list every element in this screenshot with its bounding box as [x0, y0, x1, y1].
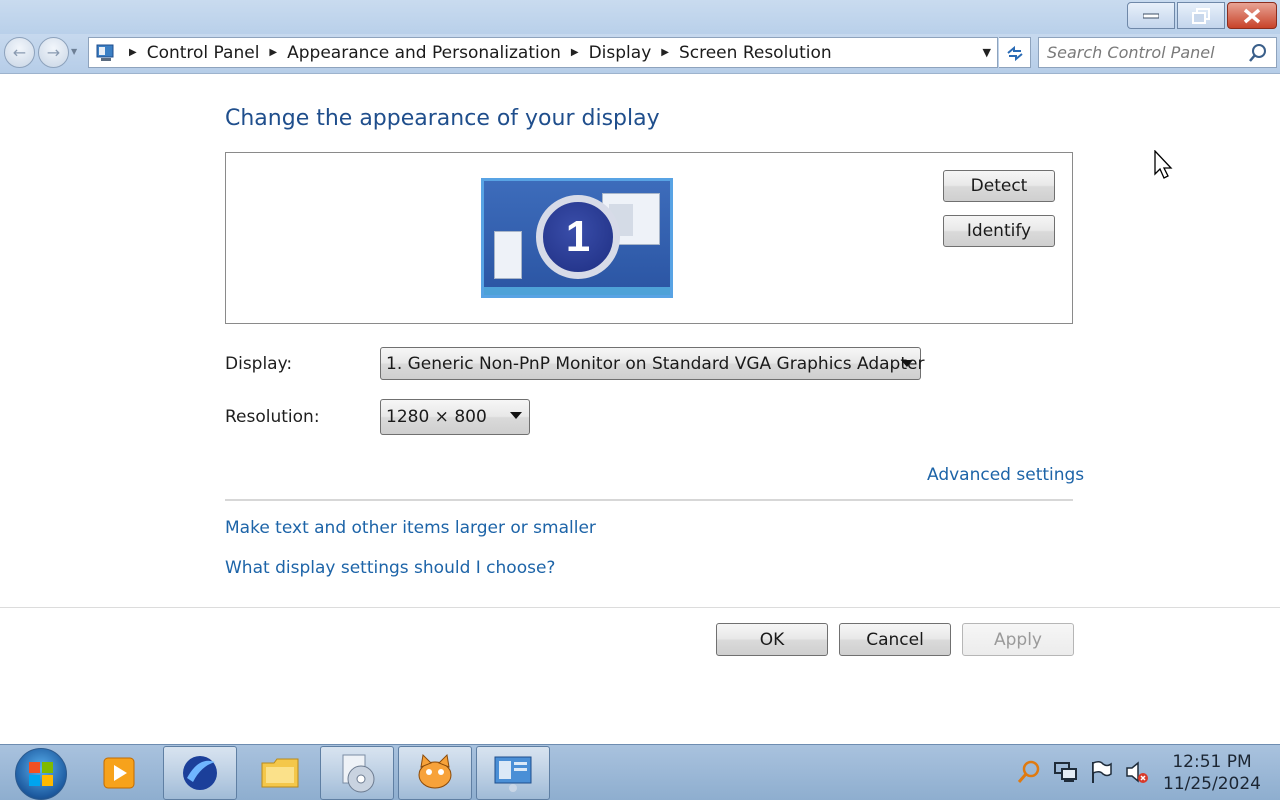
taskbar-scratch[interactable] — [398, 746, 472, 800]
monitor-arrangement-panel: 1 Detect Identify — [225, 152, 1073, 324]
taskbar: 12:51 PM 11/25/2024 — [0, 744, 1280, 800]
breadcrumb-screen-resolution[interactable]: Screen Resolution — [679, 43, 832, 63]
forward-button[interactable]: → — [38, 37, 69, 68]
search-icon[interactable] — [1248, 43, 1268, 63]
text-size-link[interactable]: Make text and other items larger or smal… — [225, 518, 596, 538]
chevron-down-icon — [901, 360, 913, 367]
page-title: Change the appearance of your display — [225, 106, 660, 131]
search-input[interactable] — [1047, 39, 1252, 66]
monitor-number-badge: 1 — [536, 195, 620, 279]
navigation-bar: ← → ▼ ▶ Control Panel ▶ Appearance and P… — [0, 34, 1280, 74]
breadcrumb-separator-icon[interactable]: ▶ — [269, 47, 277, 58]
media-player-icon — [103, 757, 135, 789]
breadcrumb-display[interactable]: Display — [589, 43, 652, 63]
forward-arrow-icon: → — [46, 43, 61, 62]
taskbar-control-panel[interactable] — [476, 746, 550, 800]
monitor-1[interactable]: 1 — [481, 178, 673, 298]
taskbar-file-explorer[interactable] — [243, 746, 317, 800]
breadcrumb-separator-icon[interactable]: ▶ — [129, 47, 137, 58]
monitor-preview-taskbar — [484, 287, 670, 295]
disc-burner-icon — [342, 754, 375, 793]
display-help-link[interactable]: What display settings should I choose? — [225, 558, 555, 578]
browser-icon — [183, 756, 217, 790]
file-explorer-icon — [261, 758, 299, 788]
address-dropdown-icon[interactable]: ▼ — [983, 46, 991, 59]
advanced-settings-link[interactable]: Advanced settings — [927, 465, 1084, 485]
identify-button[interactable]: Identify — [943, 215, 1055, 247]
resolution-label: Resolution: — [225, 407, 320, 427]
start-button[interactable] — [15, 748, 67, 800]
taskbar-disc-burner[interactable] — [320, 746, 394, 800]
breadcrumb-control-panel[interactable]: Control Panel — [147, 43, 260, 63]
breadcrumb-appearance[interactable]: Appearance and Personalization — [287, 43, 561, 63]
display-select-value: 1. Generic Non-PnP Monitor on Standard V… — [386, 353, 925, 374]
resolution-select[interactable]: 1280 × 800 — [380, 399, 530, 435]
control-panel-icon — [494, 756, 532, 792]
divider — [0, 607, 1280, 608]
cancel-button[interactable]: Cancel — [839, 623, 951, 656]
restore-icon — [1192, 7, 1210, 24]
close-icon — [1243, 8, 1261, 23]
close-button[interactable] — [1227, 2, 1277, 29]
clock[interactable]: 12:51 PM 11/25/2024 — [1150, 751, 1274, 795]
address-bar[interactable]: ▶ Control Panel ▶ Appearance and Persona… — [88, 37, 998, 68]
minimize-button[interactable] — [1127, 2, 1175, 29]
scratch-cat-icon — [418, 753, 452, 789]
ok-button[interactable]: OK — [716, 623, 828, 656]
breadcrumb-separator-icon[interactable]: ▶ — [661, 47, 669, 58]
detect-button[interactable]: Detect — [943, 170, 1055, 202]
recent-pages-dropdown-icon[interactable]: ▼ — [71, 47, 77, 56]
clock-time: 12:51 PM — [1172, 752, 1252, 772]
refresh-icon — [1006, 45, 1023, 61]
volume-muted-icon[interactable] — [1124, 759, 1150, 785]
clock-date: 11/25/2024 — [1163, 774, 1261, 794]
network-icon[interactable] — [1052, 759, 1078, 785]
mouse-cursor-icon — [1154, 150, 1173, 179]
search-box[interactable] — [1038, 37, 1277, 68]
back-arrow-icon: ← — [12, 43, 27, 62]
action-center-flag-icon[interactable] — [1088, 759, 1114, 785]
title-bar — [0, 0, 1280, 34]
control-panel-icon — [93, 42, 119, 64]
back-button[interactable]: ← — [4, 37, 35, 68]
monitor-preview-window — [494, 231, 522, 279]
taskbar-media-player[interactable] — [82, 746, 156, 800]
search-tray-icon[interactable] — [1016, 759, 1042, 785]
apply-button[interactable]: Apply — [962, 623, 1074, 656]
chevron-down-icon — [510, 412, 522, 419]
breadcrumb-separator-icon[interactable]: ▶ — [571, 47, 579, 58]
display-label: Display: — [225, 354, 293, 374]
restore-button[interactable] — [1177, 2, 1225, 29]
minimize-icon — [1143, 13, 1159, 18]
display-select[interactable]: 1. Generic Non-PnP Monitor on Standard V… — [380, 347, 925, 380]
refresh-button[interactable] — [999, 37, 1031, 68]
taskbar-browser[interactable] — [163, 746, 237, 800]
windows-logo-icon — [29, 762, 53, 786]
resolution-select-value: 1280 × 800 — [386, 407, 487, 427]
divider — [225, 499, 1073, 501]
